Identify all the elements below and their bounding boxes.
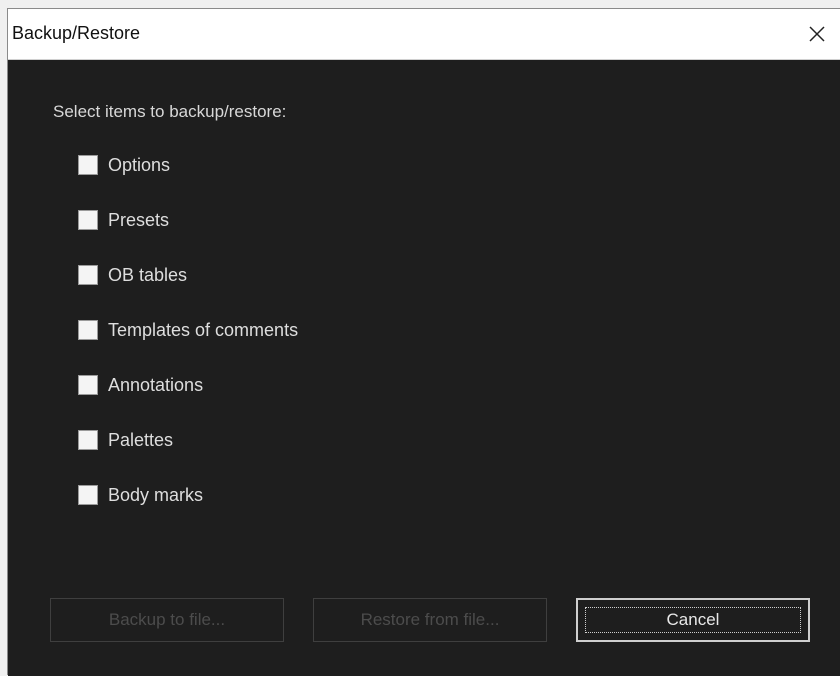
checkbox-row-options[interactable]: Options — [78, 152, 170, 178]
ob-tables-label: OB tables — [108, 264, 188, 285]
checkbox-row-ob-tables[interactable]: OB tables — [78, 262, 187, 288]
annotations-label: Annotations — [108, 374, 204, 395]
presets-checkbox[interactable] — [78, 210, 98, 230]
checkbox-row-annotations[interactable]: Annotations — [78, 372, 203, 398]
palettes-label: Palettes — [108, 429, 174, 450]
body-marks-checkbox[interactable] — [78, 485, 98, 505]
dialog-title: Backup/Restore — [12, 23, 141, 43]
options-label: Options — [108, 154, 171, 175]
options-checkbox[interactable] — [78, 155, 98, 175]
title-bar[interactable]: Backup/Restore — [8, 9, 840, 60]
palettes-checkbox[interactable] — [78, 430, 98, 450]
dialog-body: Select items to backup/restore: Options … — [8, 60, 840, 676]
backup-to-file-button[interactable]: Backup to file... — [50, 598, 284, 642]
templates-of-comments-label: Templates of comments — [108, 319, 299, 340]
restore-from-file-button[interactable]: Restore from file... — [313, 598, 547, 642]
annotations-checkbox[interactable] — [78, 375, 98, 395]
body-marks-label: Body marks — [108, 484, 204, 505]
templates-of-comments-checkbox[interactable] — [78, 320, 98, 340]
select-items-prompt: Select items to backup/restore: — [53, 102, 287, 121]
ob-tables-checkbox[interactable] — [78, 265, 98, 285]
cancel-button-label: Cancel — [666, 610, 720, 629]
cancel-button[interactable]: Cancel — [576, 598, 810, 642]
checkbox-row-palettes[interactable]: Palettes — [78, 427, 173, 453]
checkbox-row-body-marks[interactable]: Body marks — [78, 482, 203, 508]
backup-restore-dialog: Backup/Restore Select items to backup/re… — [7, 8, 840, 676]
presets-label: Presets — [108, 209, 170, 230]
checkbox-row-presets[interactable]: Presets — [78, 207, 169, 233]
close-icon — [809, 26, 825, 42]
close-button[interactable] — [794, 9, 840, 59]
checkbox-row-templates[interactable]: Templates of comments — [78, 317, 298, 343]
